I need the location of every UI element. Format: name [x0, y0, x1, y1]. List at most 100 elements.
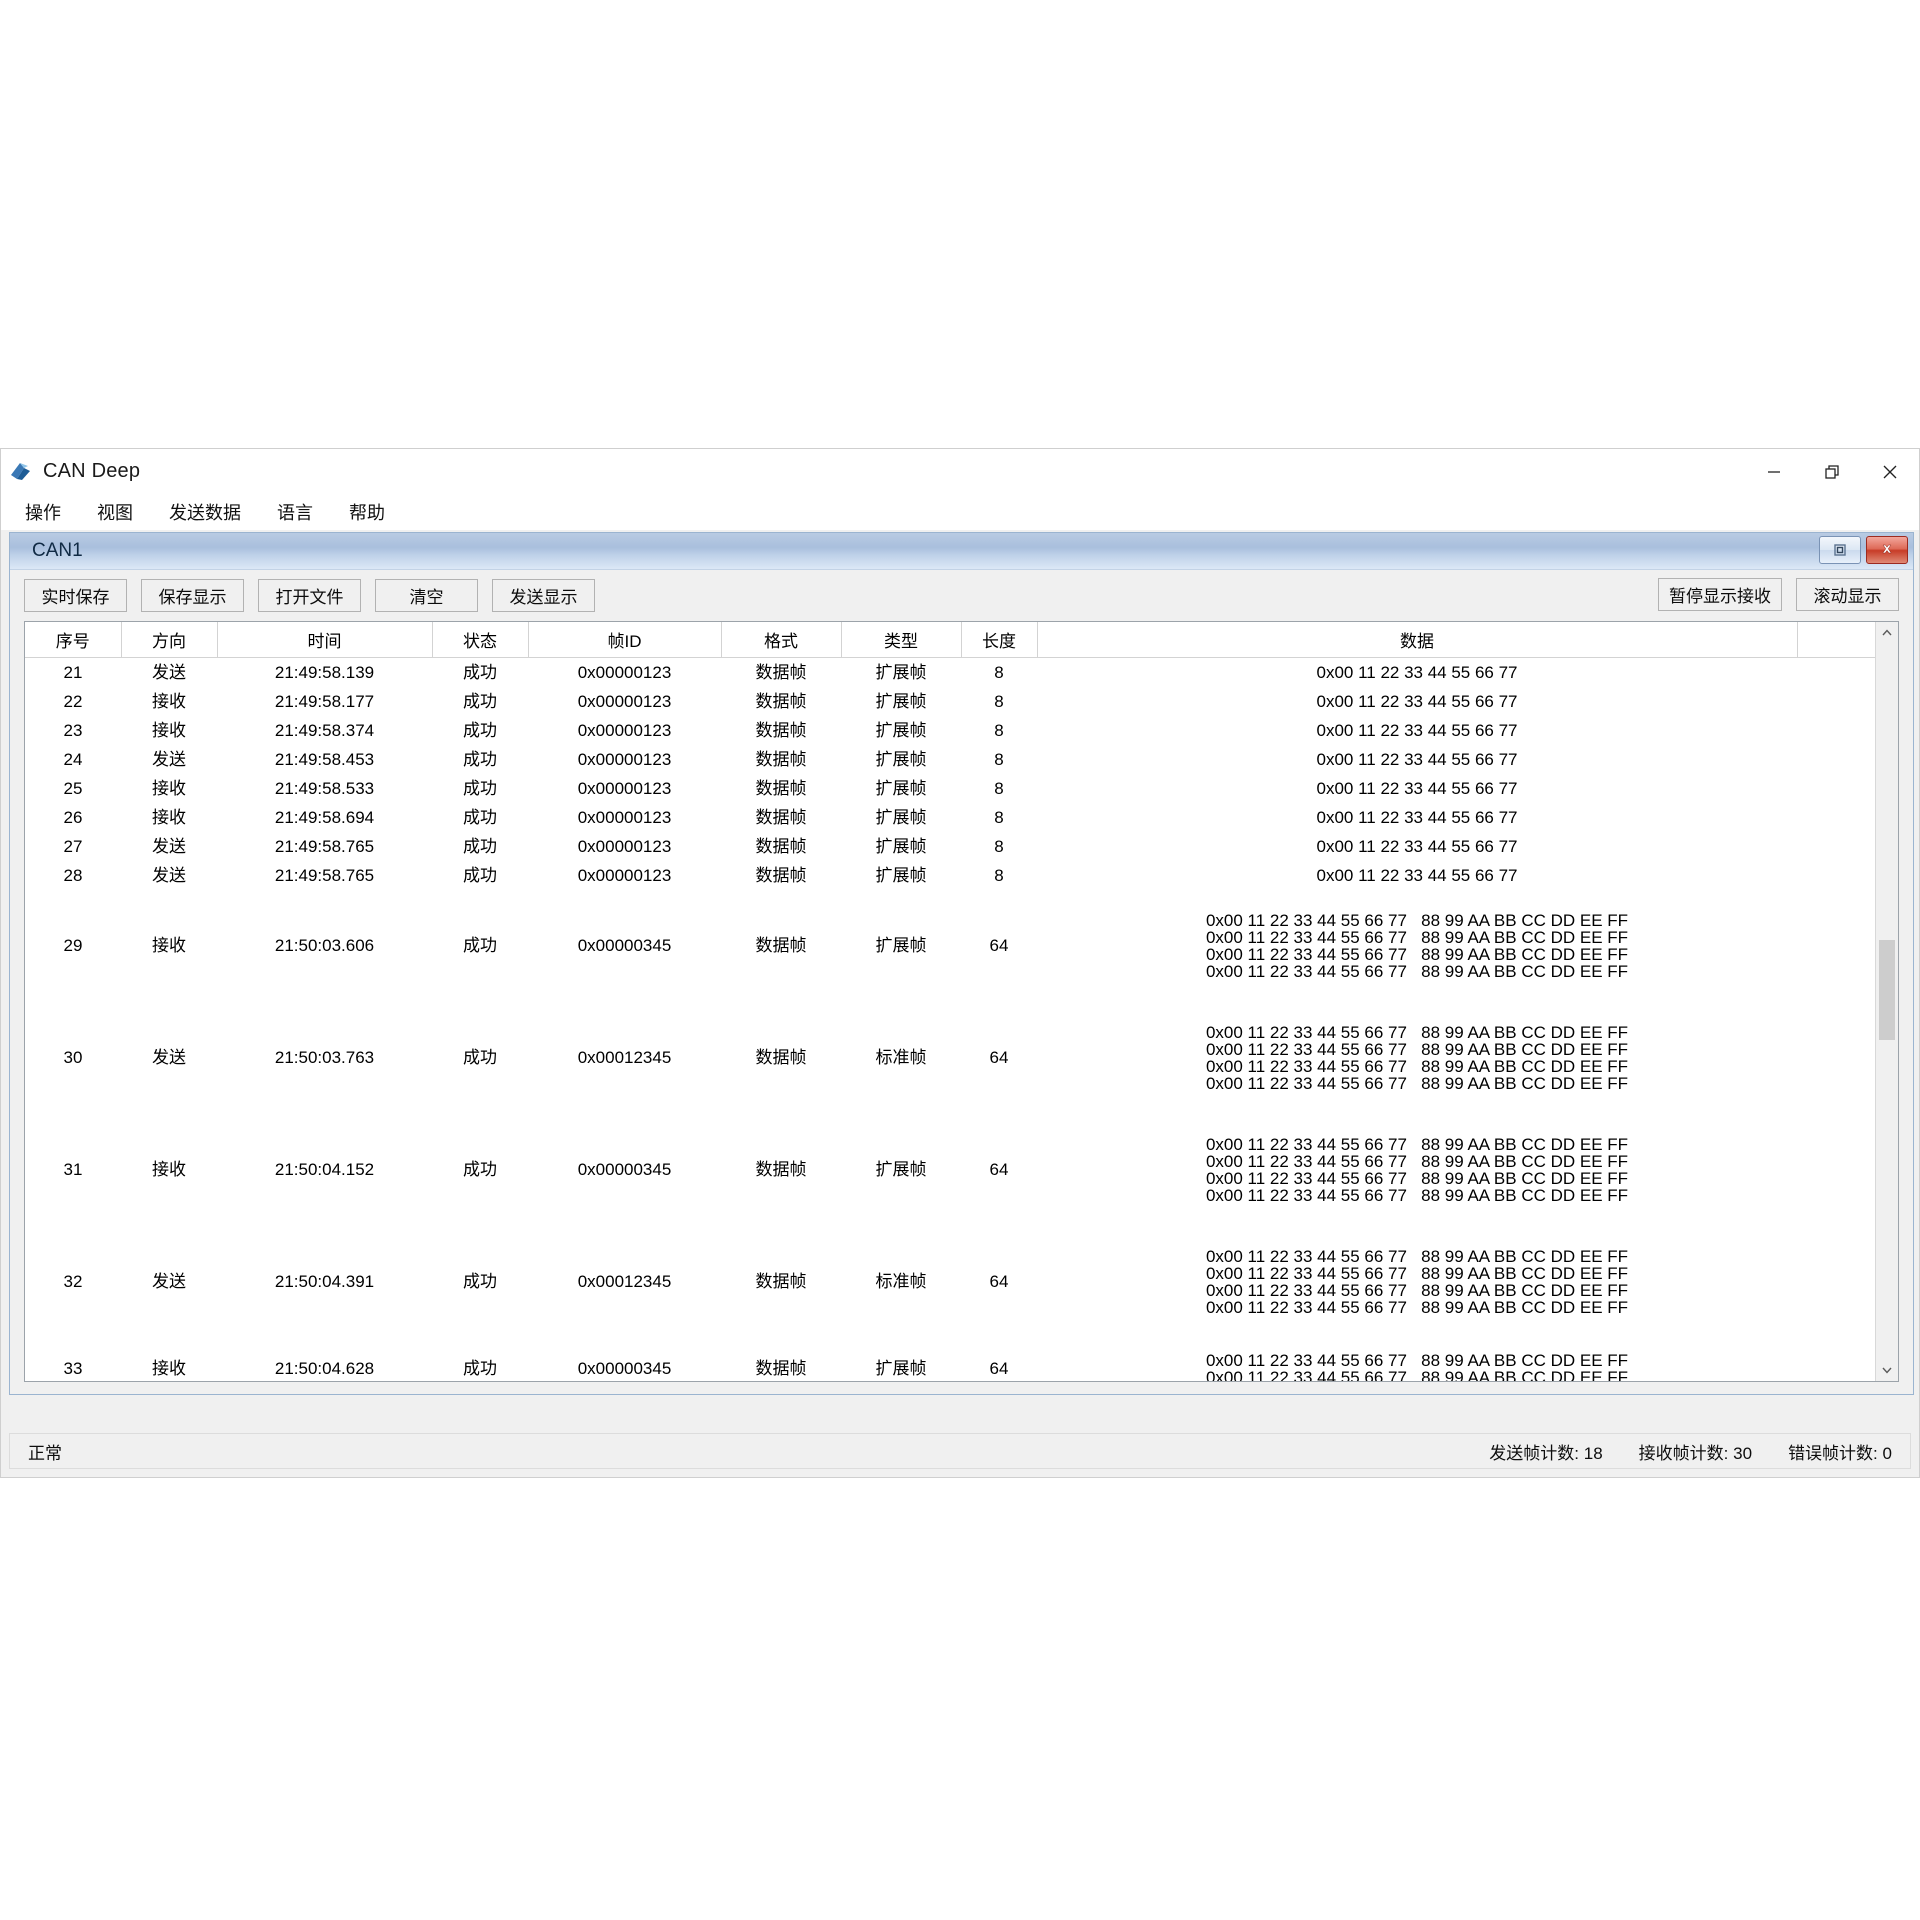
column-header-length[interactable]: 长度 [961, 622, 1038, 658]
table-row[interactable]: 30 发送 21:50:03.763 成功 0x00012345 数据帧 标准帧 64 0x00… [25, 1002, 1876, 1114]
data-line: 0x00 11 22 33 44 55 66 77 [1316, 720, 1518, 740]
scroll-display-button[interactable]: 滚动显示 [1796, 578, 1899, 611]
cell-direction: 发送 [152, 749, 186, 769]
table-row[interactable]: 21 发送 21:49:58.139 成功 0x00000123 数据帧 扩展帧 8 0x00 … [25, 658, 1876, 687]
cell-time: 21:50:04.391 [274, 1272, 375, 1291]
clear-button[interactable]: 清空 [375, 578, 478, 612]
cell-direction: 发送 [152, 1272, 186, 1291]
table-row[interactable]: 32 发送 21:50:04.391 成功 0x00012345 数据帧 标准帧 64 0x00… [25, 1226, 1876, 1338]
vertical-scrollbar[interactable] [1875, 622, 1898, 1381]
frame-log-grid: 序号 方向 时间 状态 帧ID 格式 类型 长度 数据 21 发送 21:49:… [24, 621, 1899, 1382]
chevron-up-icon[interactable] [1876, 622, 1898, 644]
cell-data: 0x00 11 22 33 44 55 66 77 88 99 AA BB CC… [1037, 1002, 1797, 1114]
cell-frame-id: 0x00012345 [577, 1272, 672, 1291]
data-line: 0x00 11 22 33 44 55 66 77 [1316, 749, 1518, 769]
table-row[interactable]: 23 接收 21:49:58.374 成功 0x00000123 数据帧 扩展帧 8 0x00 … [25, 716, 1876, 745]
scrollbar-thumb[interactable] [1879, 940, 1895, 1040]
can1-title: CAN1 [32, 540, 83, 561]
column-header-seq[interactable]: 序号 [25, 622, 122, 658]
column-header-format[interactable]: 格式 [721, 622, 842, 658]
chevron-down-icon[interactable] [1876, 1359, 1898, 1381]
column-header-spacer[interactable] [1797, 622, 1876, 658]
table-row[interactable]: 33 接收 21:50:04.628 成功 0x00000345 数据帧 扩展帧 64 0x00… [25, 1338, 1876, 1382]
status-text: 正常 [28, 1443, 62, 1463]
cell-direction: 发送 [152, 865, 186, 885]
cell-data: 0x00 11 22 33 44 55 66 77 88 99 AA BB CC… [1037, 890, 1797, 1002]
data-line: 0x00 11 22 33 44 55 66 77 88 99 AA BB CC… [1205, 910, 1629, 930]
column-header-direction[interactable]: 方向 [121, 622, 218, 658]
table-row[interactable]: 28 发送 21:49:58.765 成功 0x00000123 数据帧 扩展帧 8 0x00 … [25, 861, 1876, 890]
cell-type: 扩展帧 [875, 662, 927, 682]
table-row[interactable]: 24 发送 21:49:58.453 成功 0x00000123 数据帧 扩展帧 8 0x00 … [25, 745, 1876, 774]
menu-item-language[interactable]: 语言 [265, 497, 325, 527]
cell-type: 扩展帧 [875, 1359, 927, 1378]
cell-time: 21:49:58.139 [274, 662, 375, 682]
data-line: 0x00 11 22 33 44 55 66 77 [1316, 778, 1518, 798]
menu-item-view[interactable]: 视图 [85, 497, 145, 527]
data-line: 0x00 11 22 33 44 55 66 77 88 99 AA BB CC… [1205, 927, 1629, 947]
cell-frame-id: 0x00000123 [577, 807, 672, 827]
cell-seq: 31 [63, 1160, 83, 1179]
cell-time: 21:50:03.606 [274, 936, 375, 955]
cell-format: 数据帧 [755, 807, 807, 827]
restore-icon[interactable] [1819, 536, 1861, 564]
send-display-button[interactable]: 发送显示 [492, 578, 595, 612]
error-frame-counter-label: 错误帧计数: [1788, 1443, 1878, 1463]
toolbar-right-group: 暂停显示接收 滚动显示 [1644, 578, 1899, 611]
menu-item-operation[interactable]: 操作 [13, 497, 73, 527]
error-frame-counter-value: 0 [1882, 1443, 1892, 1463]
table-row[interactable]: 25 接收 21:49:58.533 成功 0x00000123 数据帧 扩展帧 8 0x00 … [25, 774, 1876, 803]
can1-title-bar[interactable]: CAN1 [10, 533, 1913, 570]
menu-item-help[interactable]: 帮助 [337, 497, 397, 527]
table-row[interactable]: 31 接收 21:50:04.152 成功 0x00000345 数据帧 扩展帧 64 0x00… [25, 1114, 1876, 1226]
table-row[interactable]: 26 接收 21:49:58.694 成功 0x00000123 数据帧 扩展帧 8 0x00 … [25, 803, 1876, 832]
cell-format: 数据帧 [755, 1359, 807, 1378]
cell-seq: 24 [63, 749, 83, 769]
table-row[interactable]: 29 接收 21:50:03.606 成功 0x00000345 数据帧 扩展帧 64 0x00… [25, 890, 1876, 1002]
cell-state: 成功 [463, 1160, 497, 1179]
table-row[interactable]: 27 发送 21:49:58.765 成功 0x00000123 数据帧 扩展帧 8 0x00 … [25, 832, 1876, 861]
data-line: 0x00 11 22 33 44 55 66 77 88 99 AA BB CC… [1205, 1056, 1629, 1076]
realtime-save-button[interactable]: 实时保存 [24, 578, 127, 612]
table-body: 21 发送 21:49:58.139 成功 0x00000123 数据帧 扩展帧 8 0x00 … [25, 658, 1876, 1382]
close-icon[interactable] [1861, 449, 1919, 494]
cell-spacer [1797, 1002, 1876, 1114]
cell-spacer [1797, 1114, 1876, 1226]
pause-receive-display-button[interactable]: 暂停显示接收 [1658, 578, 1782, 611]
cell-spacer [1797, 658, 1876, 687]
cell-spacer [1797, 890, 1876, 1002]
cell-time: 21:49:58.765 [274, 836, 375, 856]
column-header-data[interactable]: 数据 [1037, 622, 1798, 658]
minimize-icon[interactable] [1745, 449, 1803, 494]
data-line: 0x00 11 22 33 44 55 66 77 88 99 AA BB CC… [1205, 1039, 1629, 1059]
column-header-state[interactable]: 状态 [432, 622, 529, 658]
receive-frame-counter: 接收帧计数: 30 [1639, 1439, 1752, 1464]
restore-icon[interactable] [1803, 449, 1861, 494]
application-window: CAN Deep 操作 视图 发送数据 语言 帮助 CAN1 实时保存 保存显示… [0, 448, 1920, 1478]
column-header-frame-id[interactable]: 帧ID [528, 622, 722, 658]
cell-direction: 接收 [152, 691, 186, 711]
cell-seq: 22 [63, 691, 83, 711]
cell-format: 数据帧 [755, 691, 807, 711]
cell-length: 64 [989, 1272, 1009, 1291]
table-row[interactable]: 22 接收 21:49:58.177 成功 0x00000123 数据帧 扩展帧 8 0x00 … [25, 687, 1876, 716]
grid-scroll-area: 序号 方向 时间 状态 帧ID 格式 类型 长度 数据 21 发送 21:49:… [25, 622, 1876, 1381]
column-header-type[interactable]: 类型 [841, 622, 962, 658]
close-icon[interactable] [1866, 536, 1908, 564]
menu-item-send-data[interactable]: 发送数据 [157, 497, 253, 527]
cell-frame-id: 0x00000123 [577, 662, 672, 682]
mdi-client-area: CAN1 实时保存 保存显示 打开文件 清空 发送显示 暂停显示接收 滚动显示 … [9, 532, 1914, 1430]
cell-frame-id: 0x00000345 [577, 1359, 672, 1378]
open-file-button[interactable]: 打开文件 [258, 578, 361, 612]
cell-frame-id: 0x00000123 [577, 778, 672, 798]
receive-frame-counter-value: 30 [1733, 1443, 1753, 1463]
cell-frame-id: 0x00000123 [577, 749, 672, 769]
column-header-time[interactable]: 时间 [217, 622, 433, 658]
cell-time: 21:49:58.453 [274, 749, 375, 769]
cell-frame-id: 0x00000123 [577, 720, 672, 740]
data-line: 0x00 11 22 33 44 55 66 77 88 99 AA BB CC… [1205, 1022, 1629, 1042]
data-line: 0x00 11 22 33 44 55 66 77 [1316, 865, 1518, 885]
cell-data: 0x00 11 22 33 44 55 66 77 [1037, 774, 1797, 803]
save-display-button[interactable]: 保存显示 [141, 578, 244, 612]
can1-window-controls [1819, 536, 1908, 564]
